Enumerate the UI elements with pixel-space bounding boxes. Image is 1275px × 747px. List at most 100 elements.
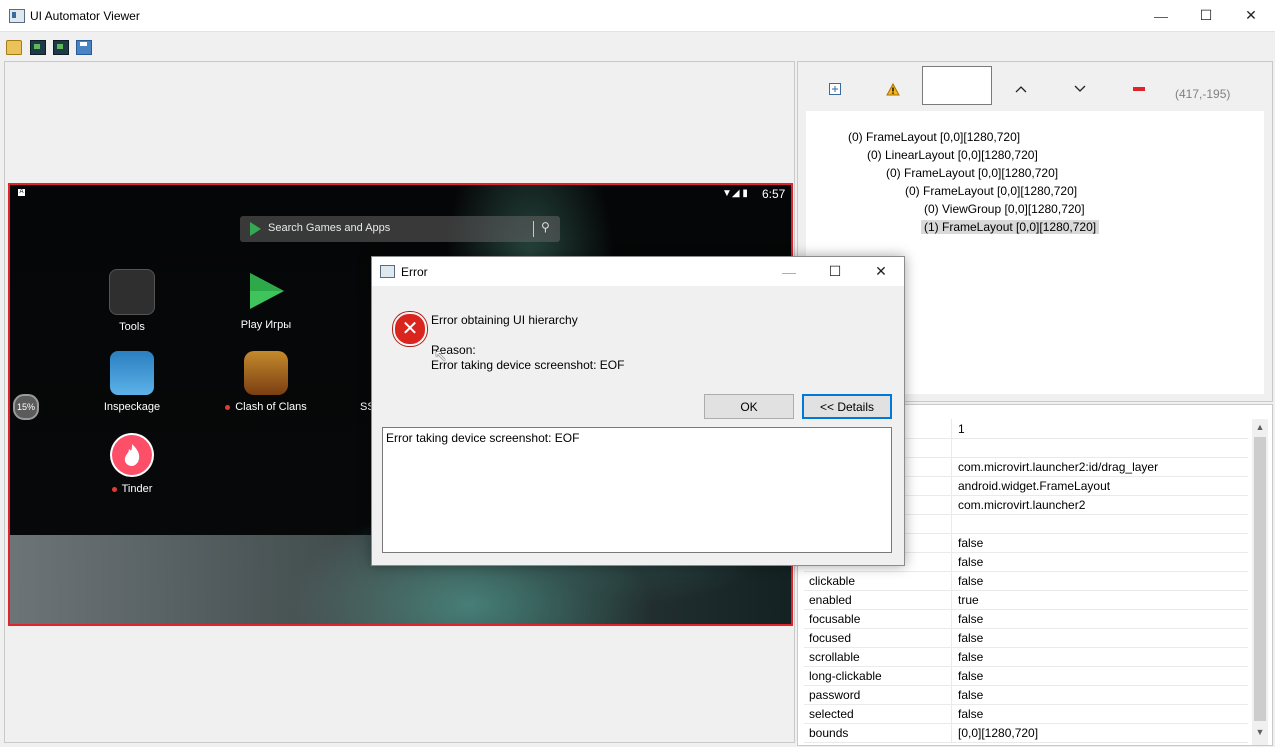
property-value: false <box>958 707 984 721</box>
tinder-icon <box>110 433 154 477</box>
tree-node[interactable]: (0) FrameLayout [0,0][1280,720] <box>848 130 1020 144</box>
app-label: Clash of Clans <box>235 401 307 413</box>
ok-button[interactable]: OK <box>704 394 794 419</box>
warning-icon[interactable] <box>878 79 908 99</box>
property-value: true <box>958 593 979 607</box>
property-value: android.widget.FrameLayout <box>958 479 1111 493</box>
dialog-minimize-button: — <box>782 263 796 280</box>
property-value: false <box>958 555 984 569</box>
column-divider <box>951 457 952 476</box>
app-label: Tinder <box>121 483 153 495</box>
column-divider <box>951 685 952 704</box>
open-folder-icon[interactable] <box>6 40 22 55</box>
column-divider <box>951 514 952 533</box>
column-divider <box>951 666 952 685</box>
app-play-games[interactable]: Play Игры <box>216 269 316 331</box>
mouse-cursor-icon: ↖ <box>434 348 448 365</box>
property-value: false <box>958 612 984 626</box>
play-games-icon <box>244 269 288 313</box>
column-divider <box>951 476 952 495</box>
play-store-icon <box>250 222 261 236</box>
tools-icon <box>109 269 155 315</box>
expand-all-icon[interactable] <box>820 79 850 99</box>
property-row[interactable]: scrollable false <box>804 647 1248 667</box>
close-button[interactable]: ✕ <box>1228 0 1274 31</box>
app-clash-of-clans[interactable]: Clash of Clans <box>216 351 316 413</box>
clash-of-clans-icon <box>244 351 288 395</box>
column-divider <box>951 495 952 514</box>
previous-node-icon[interactable] <box>1006 79 1036 99</box>
property-row[interactable]: focused false <box>804 628 1248 648</box>
device-screenshot-icon[interactable] <box>30 40 46 55</box>
new-badge-dot <box>225 404 231 410</box>
search-divider <box>533 221 534 237</box>
property-key: focusable <box>809 612 861 626</box>
property-key: long-clickable <box>809 669 882 683</box>
error-dialog: Error — ☐ ✕ ✕ Error obtaining UI hierarc… <box>371 256 905 566</box>
next-node-icon[interactable] <box>1065 79 1095 99</box>
property-value: false <box>958 536 984 550</box>
dialog-maximize-button[interactable]: ☐ <box>812 257 858 286</box>
properties-scrollbar[interactable]: ▲ ▼ <box>1252 419 1268 745</box>
column-divider <box>951 552 952 571</box>
dialog-title: Error <box>401 265 428 279</box>
app-inspeckage[interactable]: Inspeckage <box>82 351 182 413</box>
property-key: bounds <box>809 726 849 740</box>
toolbar <box>0 32 1275 60</box>
scroll-thumb[interactable] <box>1254 437 1266 721</box>
property-value: com.microvirt.launcher2 <box>958 498 1086 512</box>
device-screenshot-compressed-icon[interactable] <box>53 40 69 55</box>
new-badge-dot <box>111 486 117 492</box>
property-key: focused <box>809 631 852 645</box>
tree-node[interactable]: (0) FrameLayout [0,0][1280,720] <box>886 166 1058 180</box>
title-bar: UI Automator Viewer — ☐ ✕ <box>0 0 1275 32</box>
minimize-button[interactable]: — <box>1138 0 1184 31</box>
tree-node[interactable]: (0) LinearLayout [0,0][1280,720] <box>867 148 1038 162</box>
details-textarea[interactable]: Error taking device screenshot: EOF <box>382 427 892 553</box>
node-search-box[interactable] <box>922 66 992 105</box>
reason-text: Error taking device screenshot: EOF <box>431 358 625 372</box>
progress-badge: 15% <box>13 394 39 420</box>
column-divider <box>951 628 952 647</box>
column-divider <box>951 723 952 742</box>
column-divider <box>951 533 952 552</box>
property-value: false <box>958 688 984 702</box>
app-tools[interactable]: Tools <box>82 269 182 333</box>
dialog-close-button[interactable]: ✕ <box>858 257 904 286</box>
app-tinder[interactable]: Tinder <box>82 433 182 495</box>
property-row[interactable]: focusable false <box>804 609 1248 629</box>
property-row[interactable]: clickable false <box>804 571 1248 591</box>
column-divider <box>951 571 952 590</box>
details-button[interactable]: << Details <box>802 394 892 419</box>
tree-node[interactable]: (0) FrameLayout [0,0][1280,720] <box>905 184 1077 198</box>
signal-battery-icons: ▼◢ ▮ <box>722 188 748 199</box>
maximize-button[interactable]: ☐ <box>1183 0 1229 31</box>
inspeckage-icon <box>110 351 154 395</box>
app-label: Tools <box>119 321 145 333</box>
column-divider <box>951 438 952 457</box>
column-divider <box>951 609 952 628</box>
app-label: Play Игры <box>240 319 292 331</box>
property-value: 1 <box>958 422 965 436</box>
window-title: UI Automator Viewer <box>30 9 140 23</box>
property-row[interactable]: long-clickable false <box>804 666 1248 686</box>
property-key: selected <box>809 707 854 721</box>
scroll-down-icon[interactable]: ▼ <box>1255 727 1265 739</box>
device-search-bar[interactable]: Search Games and Apps ⚲ <box>240 216 560 242</box>
tree-node[interactable]: (0) ViewGroup [0,0][1280,720] <box>924 202 1085 216</box>
property-key: password <box>809 688 861 702</box>
property-row[interactable]: bounds [0,0][1280,720] <box>804 723 1248 743</box>
tree-node-selected[interactable]: (1) FrameLayout [0,0][1280,720] <box>921 220 1100 234</box>
scroll-up-icon[interactable]: ▲ <box>1255 422 1265 434</box>
property-row[interactable]: password false <box>804 685 1248 705</box>
collapse-icon[interactable] <box>1124 79 1154 99</box>
dialog-title-bar: Error — ☐ ✕ <box>372 257 904 286</box>
property-row[interactable]: selected false <box>804 704 1248 724</box>
save-icon[interactable] <box>76 40 92 55</box>
error-icon: ✕ <box>393 312 427 346</box>
error-message: Error obtaining UI hierarchy <box>431 313 578 327</box>
property-row[interactable]: enabled true <box>804 590 1248 610</box>
property-key: enabled <box>809 593 852 607</box>
property-value: false <box>958 631 984 645</box>
property-key: clickable <box>809 574 856 588</box>
